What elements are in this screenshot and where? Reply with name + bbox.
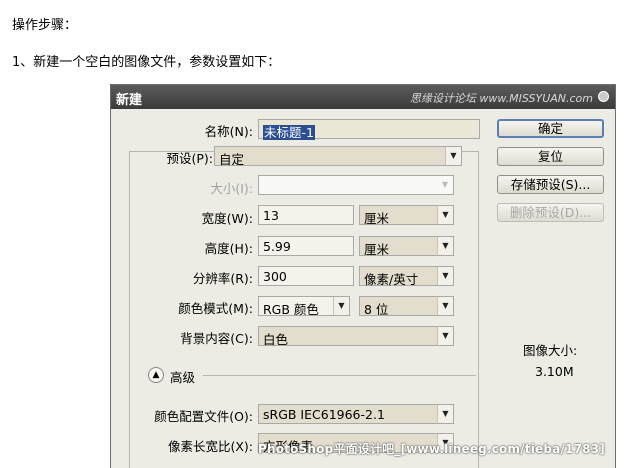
save-preset-button[interactable]: 存储预设(S)... <box>497 175 604 194</box>
reset-button[interactable]: 复位 <box>497 147 604 166</box>
chevron-down-icon: ▼ <box>437 237 453 255</box>
height-unit-select[interactable]: 厘米 ▼ <box>359 236 454 257</box>
name-input[interactable]: 未标题-1 <box>258 119 480 140</box>
color-profile-value: sRGB IEC61966-2.1 <box>263 407 385 422</box>
height-label: 高度(H): <box>204 241 253 256</box>
name-value: 未标题-1 <box>263 125 315 140</box>
chevron-down-icon: ▼ <box>437 327 453 345</box>
pixel-aspect-label: 像素长宽比(X): <box>167 439 253 454</box>
dialog-titlebar: 新建 思缘设计论坛 www.MISSYUAN.com <box>111 85 615 109</box>
chevron-down-icon: ▼ <box>437 206 453 224</box>
ok-button[interactable]: 确定 <box>497 119 604 138</box>
bit-depth-select[interactable]: 8 位 ▼ <box>359 296 454 317</box>
delete-preset-button: 删除预设(D)... <box>497 203 604 222</box>
height-unit-value: 厘米 <box>364 242 390 257</box>
bit-depth-value: 8 位 <box>364 302 389 317</box>
background-label: 背景内容(C): <box>180 331 253 346</box>
preset-value: 自定 <box>219 152 245 167</box>
name-label: 名称(N): <box>204 124 253 139</box>
chevron-down-icon: ▼ <box>333 297 349 315</box>
new-document-dialog: 新建 思缘设计论坛 www.MISSYUAN.com 名称(N): 未标题-1 … <box>110 84 616 468</box>
preset-label: 预设(P): <box>166 151 213 166</box>
width-label: 宽度(W): <box>201 211 253 226</box>
color-profile-label: 颜色配置文件(O): <box>154 409 253 424</box>
titlebar-watermark: 思缘设计论坛 www.MISSYUAN.com <box>409 92 593 105</box>
image-size-title: 图像大小: <box>523 343 578 358</box>
height-input[interactable]: 5.99 <box>258 236 354 256</box>
background-select[interactable]: 白色 ▼ <box>258 326 454 347</box>
width-input[interactable]: 13 <box>258 205 354 225</box>
resolution-unit-select[interactable]: 像素/英寸 ▼ <box>359 266 454 287</box>
overlay-watermark: PhotoShop平面设计吧_[www.lineeg.com/tieba/178… <box>258 442 605 456</box>
dialog-title: 新建 <box>116 93 143 108</box>
color-mode-value: RGB 颜色 <box>263 302 319 317</box>
steps-heading: 操作步骤： <box>12 18 78 33</box>
resolution-input[interactable]: 300 <box>258 266 354 286</box>
background-value: 白色 <box>263 332 289 347</box>
width-unit-select[interactable]: 厘米 ▼ <box>359 205 454 226</box>
size-label: 大小(I): <box>210 181 253 196</box>
step-1-text: 1、新建一个空白的图像文件，参数设置如下： <box>12 55 281 70</box>
preset-select[interactable]: 自定 ▼ <box>214 146 462 167</box>
image-size-value: 3.10M <box>535 364 574 379</box>
color-profile-select[interactable]: sRGB IEC61966-2.1 ▼ <box>258 404 454 424</box>
watermark-logo-icon <box>598 91 609 102</box>
color-mode-label: 颜色模式(M): <box>178 301 253 316</box>
advanced-label: 高级 <box>170 370 196 385</box>
chevron-down-icon: ▼ <box>437 297 453 315</box>
chevron-down-icon: ▼ <box>437 176 453 194</box>
chevron-down-icon: ▼ <box>445 147 461 165</box>
size-select: ▼ <box>258 175 454 195</box>
chevron-down-icon: ▼ <box>437 405 453 423</box>
width-unit-value: 厘米 <box>364 211 390 226</box>
advanced-toggle-icon[interactable]: ▲ <box>148 367 164 383</box>
chevron-down-icon: ▼ <box>437 267 453 285</box>
color-mode-select[interactable]: RGB 颜色 ▼ <box>258 296 350 317</box>
advanced-divider <box>203 375 476 376</box>
resolution-label: 分辨率(R): <box>192 271 253 286</box>
resolution-unit-value: 像素/英寸 <box>364 272 419 287</box>
